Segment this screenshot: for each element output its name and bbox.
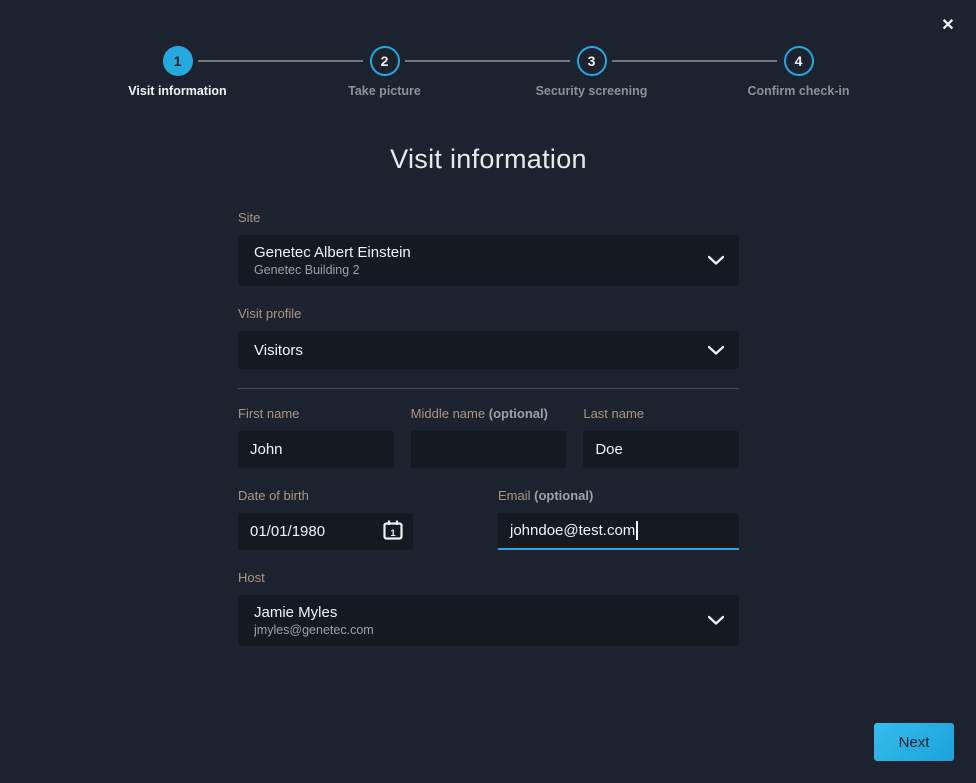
chevron-down-icon	[707, 255, 725, 266]
page-title: Visit information	[238, 144, 739, 175]
last-name-label: Last name	[583, 406, 739, 421]
calendar-icon-button[interactable]: 1	[380, 520, 406, 543]
step-take-picture[interactable]: 2 Take picture	[281, 46, 488, 98]
next-button[interactable]: Next	[874, 723, 954, 761]
wizard-stepper: 1 Visit information 2 Take picture 3 Sec…	[74, 46, 902, 106]
visitor-checkin-dialog: { "window": { "close_icon": "✕" }, "step…	[0, 0, 976, 783]
host-select[interactable]: Jamie Myles jmyles@genetec.com	[238, 595, 739, 646]
step-4-label: Confirm check-in	[747, 84, 849, 98]
stepper-connector	[612, 60, 777, 62]
email-field[interactable]: johndoe@test.com	[498, 513, 739, 550]
host-label: Host	[238, 570, 265, 585]
step-security-screening[interactable]: 3 Security screening	[488, 46, 695, 98]
site-selected-secondary: Genetec Building 2	[254, 262, 707, 278]
step-confirm-check-in[interactable]: 4 Confirm check-in	[695, 46, 902, 98]
first-name-label: First name	[238, 406, 394, 421]
section-divider	[238, 388, 739, 389]
host-selected-secondary: jmyles@genetec.com	[254, 622, 707, 638]
email-value: johndoe@test.com	[510, 522, 635, 539]
close-icon[interactable]: ✕	[936, 14, 960, 38]
step-visit-information[interactable]: 1 Visit information	[74, 46, 281, 98]
site-select[interactable]: Genetec Albert Einstein Genetec Building…	[238, 235, 739, 286]
chevron-down-icon	[707, 345, 725, 356]
calendar-icon: 1	[382, 519, 404, 544]
visit-profile-label: Visit profile	[238, 306, 301, 321]
text-cursor	[636, 521, 638, 540]
step-2-circle: 2	[370, 46, 400, 76]
last-name-field[interactable]	[583, 431, 739, 468]
step-4-circle: 4	[784, 46, 814, 76]
step-3-circle: 3	[577, 46, 607, 76]
first-name-field[interactable]	[238, 431, 394, 468]
svg-text:1: 1	[390, 528, 396, 539]
chevron-down-icon	[707, 615, 725, 626]
step-1-label: Visit information	[128, 84, 226, 98]
date-of-birth-wrap: 1	[238, 513, 413, 550]
step-2-label: Take picture	[348, 84, 421, 98]
visit-profile-selected-value: Visitors	[254, 341, 707, 360]
date-of-birth-label: Date of birth	[238, 488, 413, 503]
site-selected-value: Genetec Albert Einstein	[254, 243, 707, 262]
host-selected-value: Jamie Myles	[254, 603, 707, 622]
optional-suffix: (optional)	[489, 406, 548, 421]
middle-name-label: Middle name (optional)	[411, 406, 567, 421]
visit-profile-select[interactable]: Visitors	[238, 331, 739, 369]
middle-name-field[interactable]	[411, 431, 567, 468]
site-label: Site	[238, 210, 260, 225]
step-1-circle: 1	[163, 46, 193, 76]
stepper-connector	[405, 60, 570, 62]
stepper-connector	[198, 60, 363, 62]
step-3-label: Security screening	[536, 84, 648, 98]
email-label: Email (optional)	[498, 488, 739, 503]
optional-suffix: (optional)	[534, 488, 593, 503]
